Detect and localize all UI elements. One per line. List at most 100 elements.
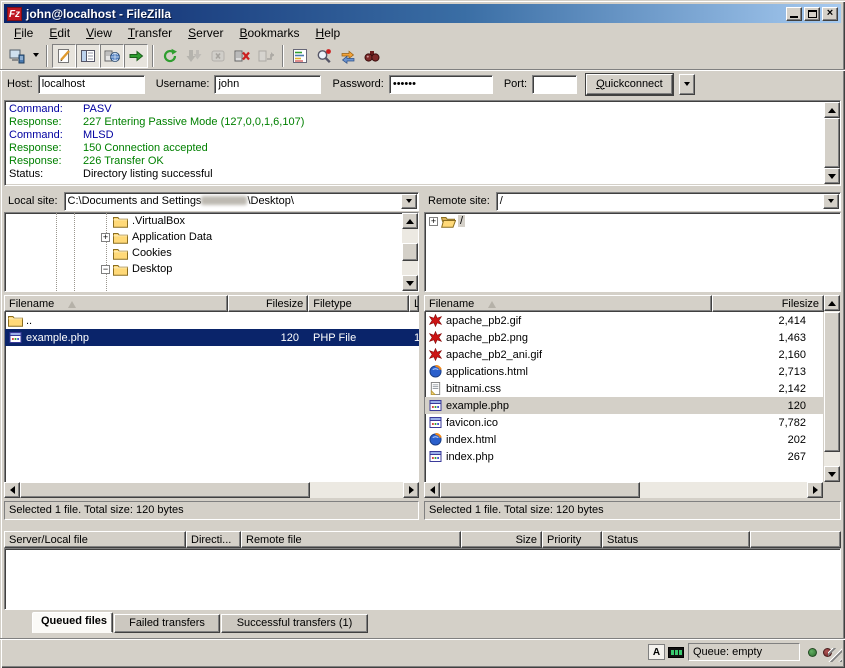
image-file-icon [428, 348, 443, 361]
file-row-index-php[interactable]: index.php267 [425, 448, 823, 465]
scroll-thumb[interactable] [440, 482, 640, 498]
toolbar-process-queue-button[interactable] [182, 44, 206, 68]
local-site-dropdown-button[interactable] [401, 194, 417, 209]
file-row-index-html[interactable]: index.html202 [425, 431, 823, 448]
file-row-example-php[interactable]: example.php120PHP File1 [5, 329, 419, 346]
titlebar[interactable]: Fz john@localhost - FileZilla × [4, 4, 841, 23]
file-row-apache-pb2-gif[interactable]: apache_pb2.gif2,414 [425, 312, 823, 329]
expand-icon[interactable]: + [101, 233, 110, 242]
toolbar-refresh-button[interactable] [158, 44, 182, 68]
expand-icon[interactable]: + [429, 217, 438, 226]
tree-item-application-data[interactable]: +Application Data [5, 229, 418, 245]
toolbar-find-files-button[interactable] [360, 44, 384, 68]
scroll-down-button[interactable] [824, 168, 840, 184]
toolbar-reconnect-button[interactable] [254, 44, 278, 68]
local-column-header-filename[interactable]: Filename [4, 295, 228, 312]
menu-item-file[interactable]: File [6, 25, 41, 41]
file-row-bitnami-css[interactable]: bitnami.css2,142 [425, 380, 823, 397]
toolbar-toggle-message-log-button[interactable] [52, 44, 76, 68]
scroll-up-button[interactable] [824, 102, 840, 118]
minimize-button[interactable] [786, 7, 802, 21]
toolbar-disconnect-button[interactable] [230, 44, 254, 68]
scroll-left-button[interactable] [424, 482, 440, 498]
toolbar-toggle-remote-tree-button[interactable] [100, 44, 124, 68]
file-row-[interactable]: .. [5, 312, 419, 329]
file-row-example-php[interactable]: example.php120 [425, 397, 823, 414]
quickconnect-dropdown-button[interactable] [679, 74, 695, 95]
file-row-apache-pb2-ani-gif[interactable]: apache_pb2_ani.gif2,160 [425, 346, 823, 363]
queue-column-header-priority[interactable]: Priority [542, 531, 602, 548]
scroll-up-button[interactable] [402, 213, 418, 229]
file-row-applications-html[interactable]: applications.html2,713 [425, 363, 823, 380]
toolbar-toggle-local-tree-button[interactable] [76, 44, 100, 68]
menu-item-view[interactable]: View [78, 25, 120, 41]
minimize-icon [790, 16, 798, 18]
file-row-apache-pb2-png[interactable]: apache_pb2.png1,463 [425, 329, 823, 346]
scroll-thumb[interactable] [824, 312, 840, 452]
file-cell-size: 1,463 [713, 329, 809, 346]
password-input[interactable] [389, 75, 493, 94]
menu-item-server[interactable]: Server [180, 25, 231, 41]
toolbar-toggle-transfer-queue-button[interactable] [124, 44, 148, 68]
scroll-right-button[interactable] [403, 482, 419, 498]
host-input[interactable] [38, 75, 145, 94]
tab-failed-transfers[interactable]: Failed transfers [114, 614, 220, 633]
tree-item-cookies[interactable]: Cookies [5, 245, 418, 261]
tree-item-virtualbox[interactable]: .VirtualBox [5, 213, 418, 229]
local-list-hscrollbar[interactable] [4, 482, 419, 498]
toolbar-synchronized-browsing-button[interactable] [336, 44, 360, 68]
scroll-thumb[interactable] [402, 243, 418, 261]
file-row-favicon-ico[interactable]: favicon.ico7,782 [425, 414, 823, 431]
queue-column-header-directi[interactable]: Directi... [186, 531, 241, 548]
username-input[interactable] [214, 75, 321, 94]
toolbar-site-manager-dropdown-button[interactable] [29, 44, 42, 68]
maximize-button[interactable] [804, 7, 820, 21]
toolbar-directory-comparison-button[interactable] [312, 44, 336, 68]
toolbar-site-manager-button[interactable] [5, 44, 29, 68]
scroll-down-button[interactable] [402, 275, 418, 291]
menu-item-edit[interactable]: Edit [41, 25, 78, 41]
scroll-down-button[interactable] [824, 466, 840, 482]
remote-site-combo[interactable]: / [496, 192, 841, 211]
scroll-up-button[interactable] [824, 295, 840, 311]
scroll-left-button[interactable] [4, 482, 20, 498]
menu-item-bookmarks[interactable]: Bookmarks [231, 25, 307, 41]
queue-column-header-status[interactable]: Status [602, 531, 750, 548]
queue-column-header-empty[interactable] [750, 531, 841, 548]
tab-queued-files[interactable]: Queued files [32, 612, 113, 633]
local-column-header-filetype[interactable]: Filetype [308, 295, 409, 312]
collapse-icon[interactable]: − [101, 265, 110, 274]
close-button[interactable]: × [822, 7, 838, 21]
menu-item-transfer[interactable]: Transfer [120, 25, 180, 41]
remote-list-scrollbar[interactable] [824, 295, 840, 482]
scroll-thumb[interactable] [20, 482, 310, 498]
menu-item-help[interactable]: Help [308, 25, 349, 41]
folder-icon [113, 215, 128, 228]
queue-column-header-remote-file[interactable]: Remote file [241, 531, 461, 548]
local-tree-scrollbar[interactable] [402, 213, 418, 291]
transfer-queue-list[interactable] [4, 548, 841, 610]
local-column-header-l[interactable]: L [409, 295, 419, 312]
scroll-thumb[interactable] [824, 118, 840, 168]
toolbar-directory-listing-filters-button[interactable] [288, 44, 312, 68]
file-icon-wrap [8, 314, 23, 327]
remote-column-header-filesize[interactable]: Filesize [712, 295, 824, 312]
local-column-header-filesize[interactable]: Filesize [228, 295, 308, 312]
scroll-right-button[interactable] [807, 482, 823, 498]
resize-grip-icon[interactable] [828, 648, 842, 662]
remote-list-hscrollbar[interactable] [424, 482, 823, 498]
transfer-type-indicator-icon[interactable]: A [648, 644, 665, 660]
toolbar-cancel-operation-button[interactable] [206, 44, 230, 68]
remote-column-header-filename[interactable]: Filename [424, 295, 712, 312]
speed-limit-indicator-icon[interactable] [668, 647, 684, 658]
quickconnect-button[interactable]: Quickconnect [586, 74, 673, 95]
tab-successful-transfers-1[interactable]: Successful transfers (1) [221, 614, 368, 633]
queue-column-header-size[interactable]: Size [461, 531, 542, 548]
remote-site-dropdown-button[interactable] [823, 194, 839, 209]
message-log-scrollbar[interactable] [824, 102, 840, 184]
port-input[interactable] [532, 75, 577, 94]
tree-item-[interactable]: +/ [425, 213, 840, 229]
tree-item-desktop[interactable]: −Desktop [5, 261, 418, 277]
local-site-combo[interactable]: C:\Documents and Settings\Desktop\ [64, 192, 419, 211]
queue-column-header-server-local-file[interactable]: Server/Local file [4, 531, 186, 548]
